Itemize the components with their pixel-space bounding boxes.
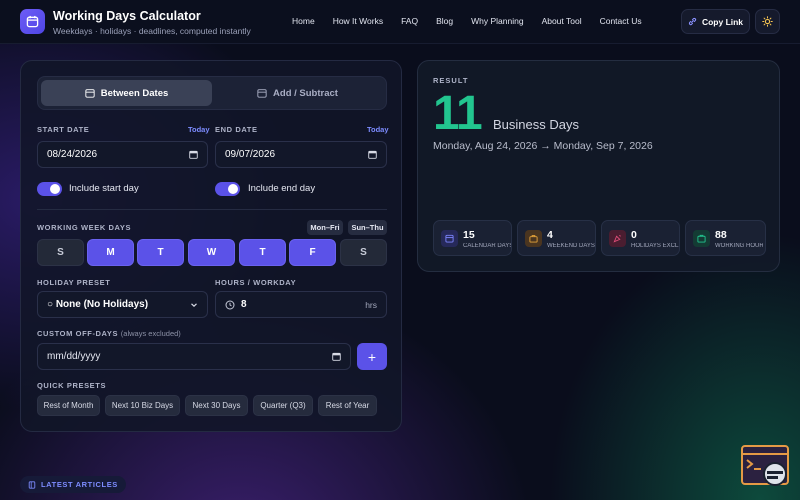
calendar-icon [85, 89, 95, 98]
nav-home[interactable]: Home [292, 16, 315, 26]
sun-icon [762, 16, 773, 27]
theme-toggle-button[interactable] [755, 9, 780, 34]
hours-label: HOURS / WORKDAY [215, 278, 297, 287]
chevron-down-icon [191, 302, 197, 307]
latest-articles-badge[interactable]: LATEST ARTICLES [20, 476, 126, 493]
day-toggle-sun[interactable]: S [37, 239, 84, 266]
day-toggle-thu[interactable]: T [239, 239, 286, 266]
copy-link-button[interactable]: Copy Link [681, 9, 750, 34]
hours-unit: hrs [365, 299, 377, 310]
day-toggle-sat[interactable]: S [340, 239, 387, 266]
sun-thu-button[interactable]: Sun–Thu [348, 220, 387, 235]
app-title: Working Days Calculator [53, 9, 201, 23]
business-days-unit: Business Days [493, 117, 579, 132]
working-week-label: WORKING WEEK DAYS [37, 223, 132, 232]
app-subtitle: Weekdays · holidays · deadlines, compute… [53, 26, 251, 36]
business-days-value: 11 [433, 87, 483, 140]
quick-presets-label: QUICK PRESETS [37, 381, 107, 390]
hours-input[interactable]: 8 hrs [215, 291, 387, 318]
main-nav: Home How It Works FAQ Blog Why Planning … [292, 16, 660, 26]
link-icon [688, 17, 697, 26]
end-date-label: END DATE [215, 125, 258, 134]
holiday-preset-select[interactable]: ○ None (No Holidays) [37, 291, 208, 318]
nav-blog[interactable]: Blog [436, 16, 453, 26]
party-icon [609, 230, 626, 247]
stat-weekend-days: 4 WEEKEND DAYS [517, 220, 596, 256]
custom-off-day-input[interactable]: mm/dd/yyyy [37, 343, 351, 370]
calculator-panel: Between Dates Add / Subtract START DATE … [20, 60, 402, 432]
preset-quarter-q3[interactable]: Quarter (Q3) [253, 395, 313, 416]
stat-holidays-excluded: 0 HOLIDAYS EXCL. [601, 220, 680, 256]
start-date-label: START DATE [37, 125, 90, 134]
nav-how-it-works[interactable]: How It Works [333, 16, 383, 26]
include-end-label: Include end day [248, 183, 316, 194]
clock-icon [693, 230, 710, 247]
mode-tabs: Between Dates Add / Subtract [37, 76, 387, 110]
end-date-input[interactable]: 09/07/2026 [215, 141, 387, 168]
clock-icon [225, 300, 235, 309]
add-off-day-button[interactable]: + [357, 343, 387, 370]
tab-between-dates[interactable]: Between Dates [41, 80, 212, 106]
calendar-icon[interactable] [189, 150, 198, 159]
calendar-icon[interactable] [332, 352, 341, 361]
day-toggle-tue[interactable]: T [137, 239, 184, 266]
calendar-icon [257, 89, 267, 98]
calendar-icon[interactable] [20, 9, 45, 34]
mon-fri-button[interactable]: Mon–Fri [307, 220, 343, 235]
day-toggle-mon[interactable]: M [87, 239, 134, 266]
include-end-toggle[interactable] [215, 182, 240, 196]
day-toggle-fri[interactable]: F [289, 239, 336, 266]
calendar-icon [441, 230, 458, 247]
include-start-toggle[interactable] [37, 182, 62, 196]
result-panel: RESULT 11 Business Days Monday, Aug 24, … [417, 60, 780, 272]
copy-link-label: Copy Link [701, 16, 744, 27]
start-today-link[interactable]: Today [188, 125, 210, 134]
stat-working-hours: 88 WORKING HOURS [685, 220, 766, 256]
preset-rest-of-year[interactable]: Rest of Year [318, 395, 377, 416]
preset-rest-of-month[interactable]: Rest of Month [37, 395, 100, 416]
custom-off-days-label: CUSTOM OFF-DAYS (always excluded) [37, 329, 181, 338]
stat-calendar-days: 15 CALENDAR DAYS [433, 220, 512, 256]
nav-about-tool[interactable]: About Tool [542, 16, 582, 26]
result-label: RESULT [433, 76, 469, 85]
preset-next-30-days[interactable]: Next 30 Days [185, 395, 248, 416]
end-today-link[interactable]: Today [367, 125, 389, 134]
top-header: Working Days Calculator Weekdays · holid… [0, 0, 800, 44]
divider [37, 209, 387, 210]
terminal-widget-icon[interactable] [741, 445, 789, 487]
date-range-text: Monday, Aug 24, 2026 → Monday, Sep 7, 20… [433, 140, 653, 152]
nav-why-planning[interactable]: Why Planning [471, 16, 523, 26]
briefcase-icon [525, 230, 542, 247]
tab-add-subtract[interactable]: Add / Subtract [212, 80, 383, 106]
preset-next-10-biz-days[interactable]: Next 10 Biz Days [105, 395, 180, 416]
calendar-icon[interactable] [368, 150, 377, 159]
day-toggle-wed[interactable]: W [188, 239, 235, 266]
book-icon [28, 480, 36, 489]
nav-faq[interactable]: FAQ [401, 16, 418, 26]
start-date-input[interactable]: 08/24/2026 [37, 141, 208, 168]
nav-contact-us[interactable]: Contact Us [600, 16, 642, 26]
holiday-preset-label: HOLIDAY PRESET [37, 278, 111, 287]
include-start-label: Include start day [69, 183, 139, 194]
